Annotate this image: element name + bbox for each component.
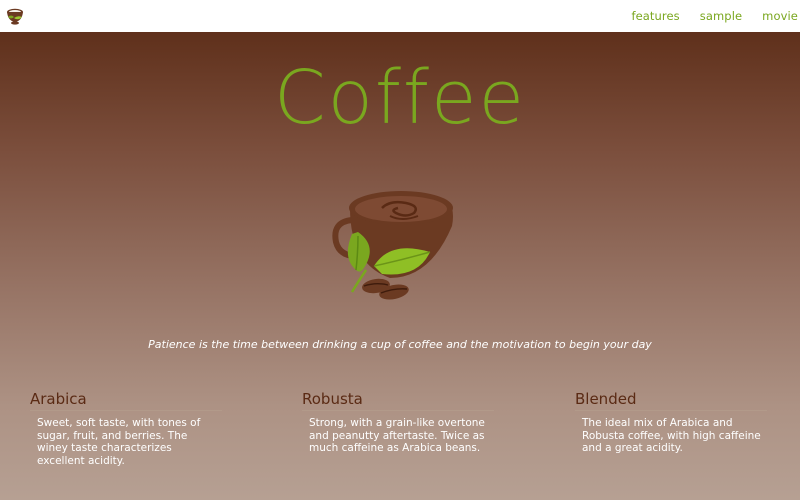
feature-title: Arabica [30,390,222,411]
feature-title: Robusta [302,390,494,411]
feature-title: Blended [575,390,767,411]
feature-robusta: Robusta Strong, with a grain-like overto… [302,390,502,455]
nav-links: features sample movie [611,0,800,32]
feature-description: The ideal mix of Arabica and Robusta cof… [582,417,761,454]
hero-quote: Patience is the time between drinking a … [148,338,652,351]
feature-arabica: Arabica Sweet, soft taste, with tones of… [30,390,230,467]
feature-description: Sweet, soft taste, with tones of sugar, … [37,417,201,467]
nav-link-sample[interactable]: sample [700,9,742,23]
coffee-cup-logo-icon[interactable] [4,6,26,26]
nav-link-features[interactable]: features [631,9,679,23]
coffee-cup-with-leaves-icon [332,191,453,300]
feature-description: Strong, with a grain-like overtone and p… [309,417,485,454]
top-navbar: features sample movie [0,0,800,32]
hero-title: Coffee [273,55,527,141]
feature-blended: Blended The ideal mix of Arabica and Rob… [575,390,775,455]
nav-link-movie[interactable]: movie [762,9,798,23]
